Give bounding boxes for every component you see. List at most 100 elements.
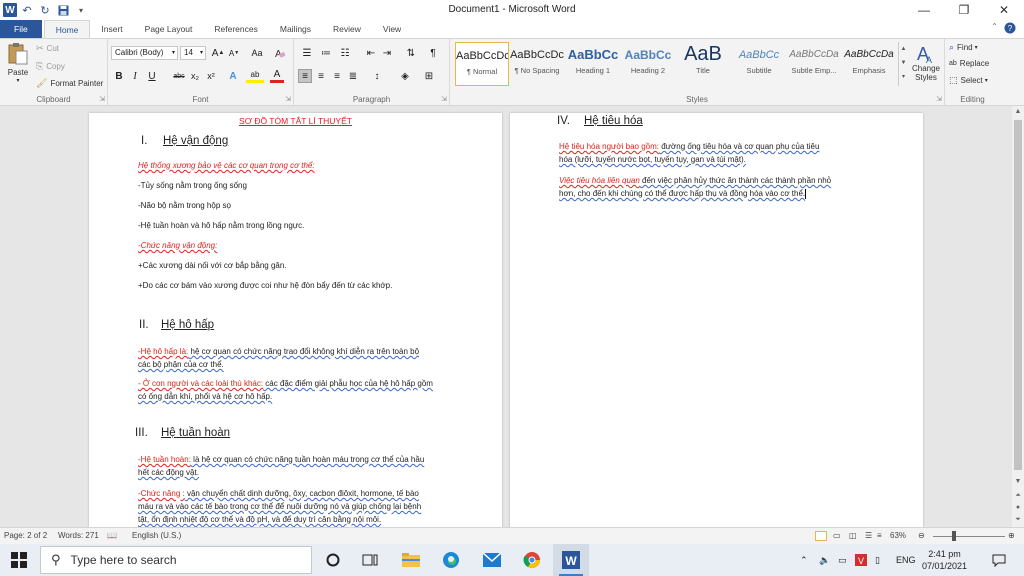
- page-2[interactable]: IV. Hệ tiêu hóa Hệ tiêu hóa người bao gồm…: [510, 113, 923, 527]
- align-left-icon[interactable]: ≡: [298, 69, 312, 83]
- multilevel-list-icon[interactable]: ☷: [338, 46, 352, 60]
- font-name-select[interactable]: Calibri (Body) ▾: [111, 46, 178, 60]
- text-effects-button[interactable]: A: [226, 69, 240, 83]
- style-heading-1[interactable]: AaBbCc Heading 1: [566, 42, 620, 86]
- help-icon[interactable]: ?: [1004, 22, 1016, 36]
- language-indicator[interactable]: English (U.S.): [132, 531, 181, 540]
- scroll-thumb[interactable]: [1014, 120, 1022, 470]
- tab-references[interactable]: References: [203, 20, 268, 38]
- word-taskbar-icon[interactable]: W: [553, 544, 589, 576]
- styles-launcher-icon[interactable]: ⇲: [936, 95, 942, 103]
- document-area[interactable]: SƠ ĐỒ TÓM TẮT LÍ THUYẾT I. Hệ vận động Hệ…: [0, 106, 1012, 527]
- paste-button[interactable]: Paste ▾: [4, 42, 32, 84]
- bullets-icon[interactable]: ☰: [300, 46, 314, 60]
- shading-icon[interactable]: ◈: [398, 69, 412, 83]
- change-case-button[interactable]: Aa: [247, 46, 267, 60]
- cortana-icon[interactable]: [315, 544, 351, 576]
- tab-review[interactable]: Review: [322, 20, 372, 38]
- redo-icon[interactable]: ↻: [37, 2, 53, 18]
- chrome-icon[interactable]: [514, 544, 550, 576]
- style-emphasis[interactable]: AaBbCcDa Emphasis: [842, 42, 896, 86]
- tab-home[interactable]: Home: [43, 20, 91, 38]
- previous-page-icon[interactable]: ⏶: [1012, 490, 1024, 502]
- paragraph-launcher-icon[interactable]: ⇲: [441, 95, 447, 103]
- network-icon[interactable]: ▭: [838, 544, 847, 576]
- align-right-icon[interactable]: ≡: [330, 69, 344, 83]
- notifications-icon[interactable]: [992, 544, 1006, 576]
- page-1[interactable]: SƠ ĐỒ TÓM TẮT LÍ THUYẾT I. Hệ vận động Hệ…: [89, 113, 502, 527]
- minimize-icon[interactable]: —: [904, 0, 944, 20]
- scroll-down-icon[interactable]: ▼: [1012, 476, 1024, 488]
- underline-button[interactable]: U: [145, 69, 159, 83]
- proofing-icon[interactable]: 📖: [107, 531, 117, 540]
- bold-button[interactable]: B: [112, 69, 126, 83]
- next-page-icon[interactable]: ⏷: [1012, 514, 1024, 526]
- shrink-font-button[interactable]: A ▼: [227, 46, 241, 60]
- style-heading-2[interactable]: AaBbCc Heading 2: [621, 42, 675, 86]
- zoom-out-icon[interactable]: ⊖: [918, 531, 925, 540]
- word-app-icon[interactable]: W: [3, 3, 17, 17]
- select-button[interactable]: ⬚ Select ▾: [949, 75, 988, 86]
- strikethrough-button[interactable]: abc: [170, 69, 188, 83]
- draft-icon[interactable]: ≡: [877, 531, 882, 540]
- edge-browser-icon[interactable]: [433, 544, 469, 576]
- vertical-scrollbar[interactable]: ▲ ▼ ⏶ ● ⏷: [1012, 106, 1024, 527]
- scroll-up-icon[interactable]: ▲: [1012, 106, 1024, 118]
- outline-icon[interactable]: ☰: [865, 531, 872, 540]
- italic-button[interactable]: I: [128, 69, 142, 83]
- copy-button[interactable]: ⎘ Copy: [36, 61, 65, 72]
- show-marks-icon[interactable]: ¶: [426, 46, 440, 60]
- font-launcher-icon[interactable]: ⇲: [285, 95, 291, 103]
- numbering-icon[interactable]: ≔: [319, 46, 333, 60]
- task-view-icon[interactable]: [352, 544, 388, 576]
- page-count[interactable]: Page: 2 of 2: [4, 531, 47, 540]
- style-subtle-emphasis[interactable]: AaBbCcDa Subtle Emp...: [787, 42, 841, 86]
- ribbon-collapse-icon[interactable]: ⌃: [991, 22, 998, 31]
- tab-page-layout[interactable]: Page Layout: [134, 20, 204, 38]
- zoom-slider[interactable]: [933, 536, 1005, 537]
- style-title[interactable]: AaB Title: [676, 42, 730, 86]
- increase-indent-icon[interactable]: ⇥: [380, 46, 394, 60]
- justify-icon[interactable]: ≣: [346, 69, 360, 83]
- customize-qat-icon[interactable]: ▾: [73, 2, 89, 18]
- superscript-button[interactable]: x²: [204, 69, 218, 83]
- show-hidden-icons[interactable]: ⌃: [800, 544, 808, 576]
- input-language[interactable]: ENG: [896, 544, 916, 576]
- style-normal[interactable]: AaBbCcDc ¶ Normal: [455, 42, 509, 86]
- battery-icon[interactable]: ▯: [875, 544, 880, 576]
- styles-scroll[interactable]: ▲ ▼ ▾: [898, 42, 908, 86]
- save-icon[interactable]: [55, 2, 71, 18]
- decrease-indent-icon[interactable]: ⇤: [364, 46, 378, 60]
- cut-button[interactable]: ✂ Cut: [36, 43, 59, 54]
- antivirus-icon[interactable]: V: [855, 544, 867, 576]
- clear-formatting-icon[interactable]: A: [273, 46, 287, 60]
- tab-file[interactable]: File: [0, 20, 42, 38]
- line-spacing-icon[interactable]: ↕: [370, 69, 384, 83]
- style-no-spacing[interactable]: AaBbCcDc ¶ No Spacing: [510, 42, 564, 86]
- grow-font-button[interactable]: A ▲: [211, 46, 225, 60]
- zoom-in-icon[interactable]: ⊕: [1008, 531, 1015, 540]
- tab-insert[interactable]: Insert: [90, 20, 133, 38]
- sort-icon[interactable]: ⇅: [404, 46, 418, 60]
- windows-start-icon[interactable]: [0, 544, 38, 576]
- style-subtitle[interactable]: AaBbCc Subtitle: [732, 42, 786, 86]
- find-button[interactable]: ⌕ Find ▾: [949, 42, 978, 53]
- font-color-button[interactable]: A: [270, 69, 284, 83]
- zoom-level[interactable]: 63%: [890, 531, 906, 540]
- file-explorer-icon[interactable]: [393, 544, 429, 576]
- browse-object-icon[interactable]: ●: [1012, 502, 1024, 514]
- zoom-slider-thumb[interactable]: [952, 531, 956, 541]
- mail-icon[interactable]: [474, 544, 510, 576]
- web-layout-icon[interactable]: ◫: [849, 531, 857, 540]
- clipboard-launcher-icon[interactable]: ⇲: [99, 95, 105, 103]
- undo-icon[interactable]: ↶: [19, 2, 35, 18]
- restore-icon[interactable]: ❐: [944, 0, 984, 20]
- full-screen-icon[interactable]: ▭: [833, 531, 841, 540]
- borders-icon[interactable]: ⊞: [422, 69, 436, 83]
- print-layout-icon[interactable]: [815, 531, 827, 541]
- clock[interactable]: 2:41 pm 07/01/2021: [922, 544, 967, 576]
- change-styles-button[interactable]: AA Change Styles: [910, 42, 942, 82]
- font-size-select[interactable]: 14 ▾: [180, 46, 206, 60]
- close-icon[interactable]: ✕: [984, 0, 1024, 20]
- taskbar-search[interactable]: ⚲ Type here to search: [40, 546, 312, 574]
